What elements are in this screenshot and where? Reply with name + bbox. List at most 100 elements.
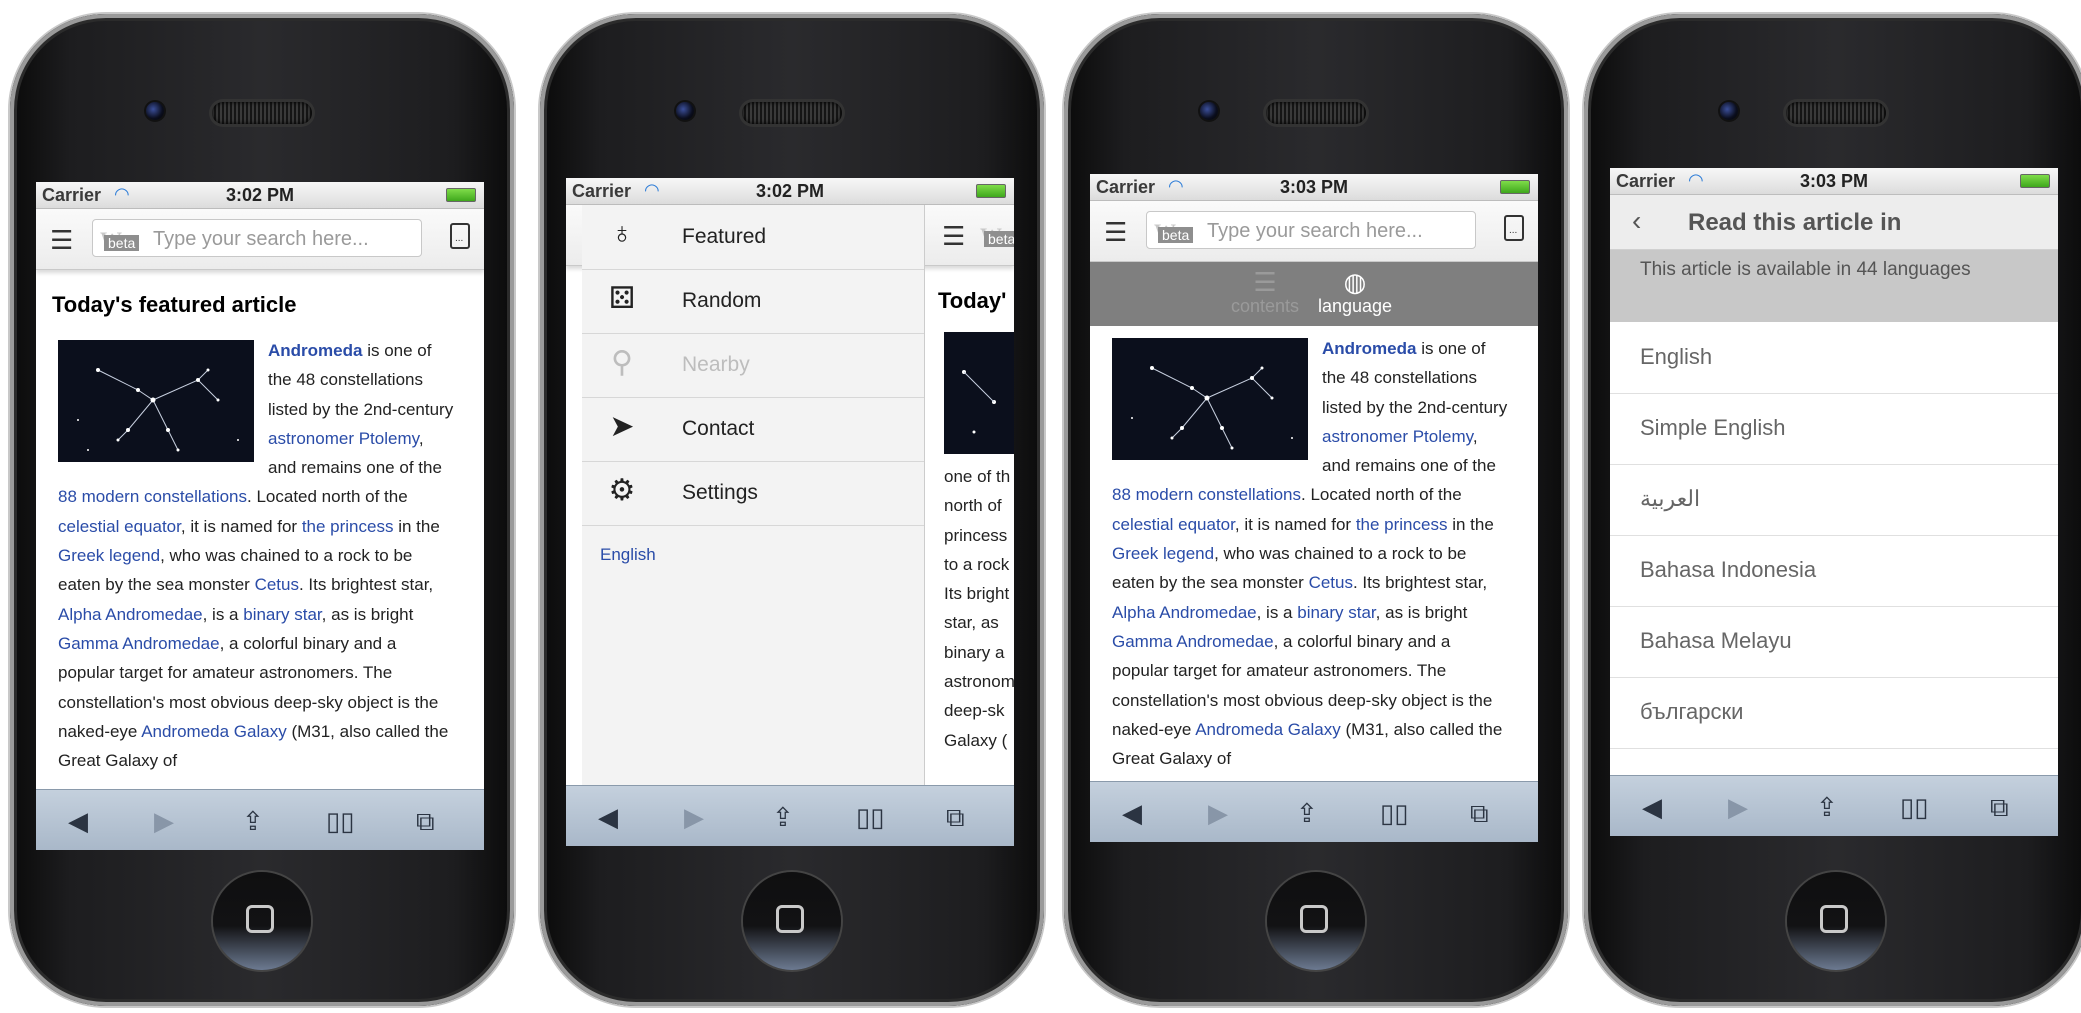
article-link[interactable]: Andromeda xyxy=(1322,339,1416,358)
bookmarks-icon[interactable]: ▯▯ xyxy=(1380,798,1409,829)
home-button[interactable] xyxy=(743,872,841,970)
tabs-icon[interactable]: ⧉ xyxy=(416,806,435,838)
chevron-left-icon[interactable]: ‹ xyxy=(1632,205,1641,237)
article-line-partial: star, as xyxy=(944,613,999,633)
constellation-image[interactable] xyxy=(1112,338,1308,460)
article-link[interactable]: binary star xyxy=(1297,603,1375,622)
back-arrow-icon[interactable]: ◀ xyxy=(1122,798,1142,829)
article-link[interactable]: Gamma Andromedae xyxy=(1112,632,1274,651)
article-line-partial: Its bright xyxy=(944,584,1010,604)
language-label: العربية xyxy=(1640,486,1701,511)
forward-arrow-icon[interactable]: ▶ xyxy=(1728,792,1748,823)
language-item[interactable]: English xyxy=(1610,322,2058,394)
tabs-icon[interactable]: ⧉ xyxy=(1990,792,2009,824)
article-link[interactable]: astronomer Ptolemy xyxy=(268,429,419,448)
article-link[interactable]: binary star xyxy=(243,605,321,624)
back-arrow-icon[interactable]: ◀ xyxy=(1642,792,1662,823)
menu-icon[interactable]: ☰ xyxy=(942,221,965,252)
language-item[interactable]: български xyxy=(1610,677,2058,749)
bookmarks-icon[interactable]: ▯▯ xyxy=(856,802,885,833)
screen-article: Carrier ◠ 3:02 PM ☰ Type your search her… xyxy=(36,182,484,850)
article-link[interactable]: Cetus xyxy=(1309,573,1353,592)
screen-languages: Carrier ◠ 3:03 PM ‹ Read this article in… xyxy=(1610,168,2058,836)
article-link[interactable]: astronomer Ptolemy xyxy=(1322,427,1473,446)
tabs-icon[interactable]: ⧉ xyxy=(1470,798,1489,830)
share-icon[interactable]: ⇪ xyxy=(1816,792,1838,823)
language-item[interactable]: Simple English xyxy=(1610,393,2058,465)
article-link[interactable]: Gamma Andromedae xyxy=(58,634,220,653)
article-text-run: in the xyxy=(1447,514,1494,534)
status-bar: Carrier ◠ 3:02 PM xyxy=(566,178,1014,205)
article-text-run: . Located north of the xyxy=(1301,485,1462,505)
home-button[interactable] xyxy=(1787,872,1885,970)
wikipedia-logo: Wbeta xyxy=(1154,219,1204,245)
dice-icon: ⚄ xyxy=(608,282,636,315)
article-link[interactable]: celestial equator xyxy=(58,517,181,536)
article-link[interactable]: Andromeda Galaxy xyxy=(1195,720,1341,739)
back-arrow-icon[interactable]: ◀ xyxy=(68,806,88,837)
drawer-language-link[interactable]: English xyxy=(600,545,656,565)
menu-icon[interactable]: ☰ xyxy=(1104,217,1127,248)
article-link[interactable]: Cetus xyxy=(255,575,299,594)
tab-language[interactable]: ◍ language xyxy=(1300,268,1410,317)
browser-toolbar: ◀ ▶ ⇪ ▯▯ ⧉ xyxy=(36,789,484,850)
menu-icon[interactable]: ☰ xyxy=(50,225,73,256)
page-actions-icon[interactable] xyxy=(450,223,470,249)
article-link[interactable]: Alpha Andromedae xyxy=(58,605,203,624)
article-link[interactable]: 88 modern constellations xyxy=(1112,485,1301,504)
article-text-partial: one of th north of princess to a rock Its br… xyxy=(944,462,1014,755)
article-link[interactable]: Alpha Andromedae xyxy=(1112,603,1257,622)
article-link[interactable]: Greek legend xyxy=(1112,544,1214,563)
article-text-run: , it is named for xyxy=(180,516,302,536)
language-item[interactable]: العربية xyxy=(1610,464,2058,536)
forward-arrow-icon[interactable]: ▶ xyxy=(1208,798,1228,829)
forward-arrow-icon[interactable]: ▶ xyxy=(154,806,174,837)
drawer-item-settings[interactable]: ⚙ Settings xyxy=(582,461,924,526)
tabs-icon[interactable]: ⧉ xyxy=(946,802,965,834)
page-actions-icon[interactable] xyxy=(1504,215,1524,241)
beta-badge: beta xyxy=(104,235,140,251)
home-button[interactable] xyxy=(213,872,311,970)
wikipedia-logo: Wbeta xyxy=(980,223,1014,249)
language-item[interactable]: Bahasa Melayu xyxy=(1610,606,2058,678)
globe-icon: ◍ xyxy=(1343,267,1367,297)
constellation-image[interactable] xyxy=(944,332,1014,454)
share-icon[interactable]: ⇪ xyxy=(772,802,794,833)
article-link[interactable]: the princess xyxy=(1356,515,1448,534)
article-link[interactable]: 88 modern constellations xyxy=(58,487,247,506)
phone-frame-4: Carrier ◠ 3:03 PM ‹ Read this article in… xyxy=(1584,14,2081,1006)
article-heading: Today' xyxy=(938,288,1007,313)
article-link[interactable]: Andromeda Galaxy xyxy=(141,722,287,741)
language-item[interactable]: Bahasa Indonesia xyxy=(1610,535,2058,607)
article-link[interactable]: Andromeda xyxy=(268,341,362,360)
bookmarks-icon[interactable]: ▯▯ xyxy=(326,806,355,837)
beta-badge: beta xyxy=(1158,227,1194,243)
phone-frame-1: Carrier ◠ 3:02 PM ☰ Type your search her… xyxy=(10,14,514,1006)
share-icon[interactable]: ⇪ xyxy=(242,806,264,837)
share-icon[interactable]: ⇪ xyxy=(1296,798,1318,829)
forward-arrow-icon[interactable]: ▶ xyxy=(684,802,704,833)
article-link[interactable]: celestial equator xyxy=(1112,515,1235,534)
bookmarks-icon[interactable]: ▯▯ xyxy=(1900,792,1929,823)
drawer-item-featured[interactable]: ♁ Featured xyxy=(582,205,924,270)
home-button[interactable] xyxy=(1267,872,1365,970)
search-bar: ☰ Type your search here... Wbeta xyxy=(1090,201,1538,262)
drawer-item-nearby: ⚲ Nearby xyxy=(582,333,924,398)
article-line-partial: north of xyxy=(944,496,1002,516)
language-label: Simple English xyxy=(1640,415,1786,440)
phone-frame-3: Carrier ◠ 3:03 PM ☰ Type your search her… xyxy=(1064,14,1568,1006)
language-label: Bahasa Indonesia xyxy=(1640,557,1817,582)
camera-icon xyxy=(146,102,164,120)
article-link[interactable]: the princess xyxy=(302,517,394,536)
drawer-item-contact[interactable]: ➤ Contact xyxy=(582,397,924,462)
paper-plane-icon: ➤ xyxy=(609,410,635,443)
article-link[interactable]: Greek legend xyxy=(58,546,160,565)
language-header: ‹ Read this article in xyxy=(1610,195,2058,250)
constellation-image[interactable] xyxy=(58,340,254,462)
article-line-partial: to a rock xyxy=(944,554,1010,574)
language-label: English xyxy=(1640,344,1713,369)
ribbon-icon: ♁ xyxy=(610,217,634,250)
drawer-item-random[interactable]: ⚄ Random xyxy=(582,269,924,334)
back-arrow-icon[interactable]: ◀ xyxy=(598,802,618,833)
article-line-partial: princess xyxy=(944,525,1008,545)
